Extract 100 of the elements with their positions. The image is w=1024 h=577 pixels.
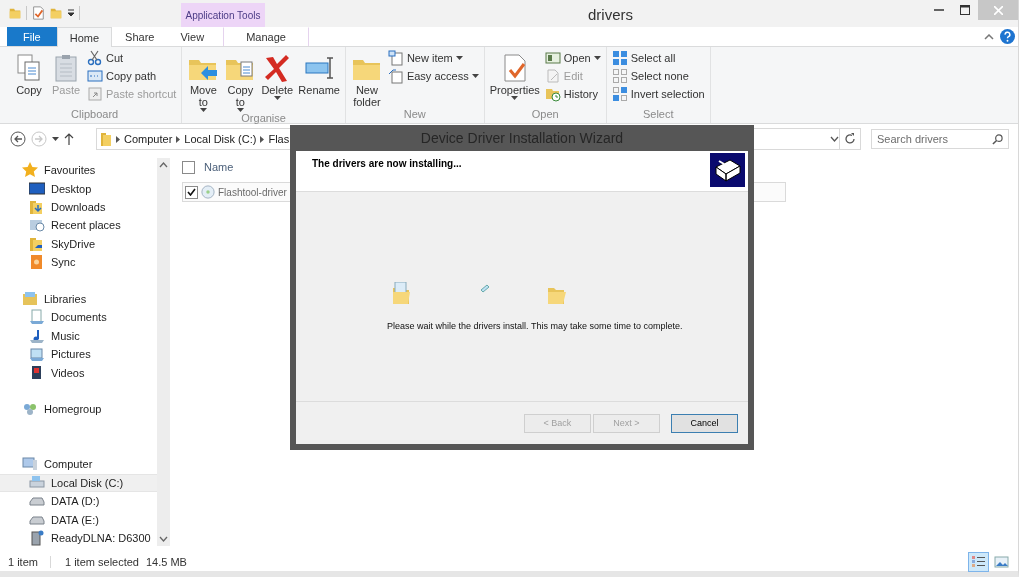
nav-item[interactable]: DATA (E:) [0,510,157,529]
check-icon [187,188,196,196]
ribbon-button[interactable]: Invert selection [611,86,707,102]
nav-item[interactable]: Recent places [0,216,157,235]
breadcrumb[interactable]: Flas [268,133,290,145]
ribbon-button[interactable]: Cut [87,50,179,66]
nav-item[interactable]: Computer [0,455,157,474]
caret-icon [471,74,479,78]
nav-item[interactable]: ReadyDLNA: D6300 [0,528,157,548]
library-icon [22,291,38,308]
history-icon [544,86,561,102]
ribbon-button[interactable]: Move to [185,50,222,112]
view-button[interactable] [968,551,989,572]
checkbox[interactable] [182,160,195,174]
breadcrumb[interactable]: Computer [124,133,173,145]
help-icon[interactable] [1000,29,1015,44]
file-menu-tab[interactable]: File [7,27,57,46]
ribbon-button[interactable]: Delete [259,50,296,112]
nav-item[interactable]: SkyDrive [0,234,157,253]
select-none-icon [611,68,628,84]
nav-item[interactable]: Favourites [0,161,157,180]
path-icon [87,68,103,84]
ribbon-button[interactable]: Select none [611,68,707,84]
nav-item[interactable]: Sync [0,252,157,272]
ribbon-button[interactable]: Open [544,50,603,66]
ribbon-tab[interactable]: View [167,27,218,46]
chevron-icon [176,135,181,143]
group-label: New [402,108,427,122]
minimize-icon [934,9,944,11]
server-icon [29,530,45,547]
chevron-icon [260,135,265,143]
nav-item[interactable]: Homegroup [0,400,157,419]
ribbon-button[interactable]: Properties [487,50,542,108]
star-icon [22,162,38,179]
shortcut-icon [87,86,103,102]
ribbon-button[interactable]: History [544,86,603,102]
select-all-icon [611,50,628,66]
context-tab-header: Application Tools [181,3,265,27]
ribbon-button[interactable]: Select all [611,50,707,66]
ribbon-tab[interactable]: Share [112,27,168,46]
recent-locations-icon [52,137,59,141]
search-icon [992,134,1003,145]
ribbon-button[interactable]: New folder [348,50,385,108]
status-text: 14.5 MB [146,555,187,568]
music-icon [29,327,45,344]
nav-item[interactable]: DATA (D:) [0,492,157,511]
caret-icon [455,56,463,60]
homegroup-icon [22,401,38,418]
nav-item[interactable]: Libraries [0,289,157,309]
disc-icon [201,185,215,199]
search-field[interactable]: Search drivers [871,129,1009,149]
skydrive-folder-icon [29,235,45,252]
properties-icon[interactable] [31,6,45,20]
nav-item[interactable]: Videos [0,363,157,382]
documents-icon [29,309,45,326]
ribbon-button[interactable]: Copy to [222,50,259,112]
up-icon[interactable] [64,133,74,145]
checkbox[interactable] [185,185,198,199]
nav-item[interactable]: Pictures [0,345,157,364]
status-text: 1 item selected [65,555,139,568]
ribbon-button[interactable]: Copy path [87,68,179,84]
invert-selection-icon [611,86,628,102]
dropdown-icon[interactable] [830,136,839,142]
ribbon-button[interactable]: Rename [296,50,342,112]
group-label: Organise [240,112,287,125]
dropdown-icon[interactable] [67,9,75,17]
nav-item[interactable]: Desktop [0,179,157,198]
scrollbar[interactable] [157,158,170,546]
nav-item[interactable]: Documents [0,308,157,327]
nav-item[interactable]: Downloads [0,197,157,217]
scroll-up-icon [159,162,168,168]
file-name: Flashtool-driver [218,186,287,198]
breadcrumb[interactable]: Local Disk (C:) [184,133,257,145]
ribbon-button[interactable]: Easy access [387,68,481,84]
column-header[interactable]: Name [204,161,234,173]
details-view-icon [971,554,986,569]
caret-icon [273,96,281,100]
sync-icon [29,254,45,271]
ribbon-tab[interactable]: Manage [223,27,310,46]
dialog-message: Please wait while the drivers install. This may take some time to complete. [387,321,683,331]
group-label: Open [530,108,560,122]
folder-icon [100,132,112,146]
ribbon-tab[interactable]: Home [56,27,113,47]
caret-icon [511,96,519,100]
downloads-folder-icon [29,198,45,215]
drive-icon [29,474,45,491]
nav-item[interactable]: Local Disk (C:) [0,473,157,493]
open-icon [544,50,561,66]
new-item-icon [387,50,404,66]
group-label: Clipboard [70,108,120,122]
group-label: Select [641,108,675,122]
ribbon-button[interactable]: Copy [11,50,47,108]
monitor-icon [29,180,45,197]
dialog-heading: The drivers are now installing... [312,157,462,169]
nav-item[interactable]: Music [0,326,157,345]
collapse-icon[interactable] [984,33,994,40]
dialog-button[interactable]: Cancel [671,413,738,433]
ribbon-button[interactable]: New item [387,50,481,66]
caret-icon [199,108,207,112]
back-icon[interactable] [10,131,26,147]
